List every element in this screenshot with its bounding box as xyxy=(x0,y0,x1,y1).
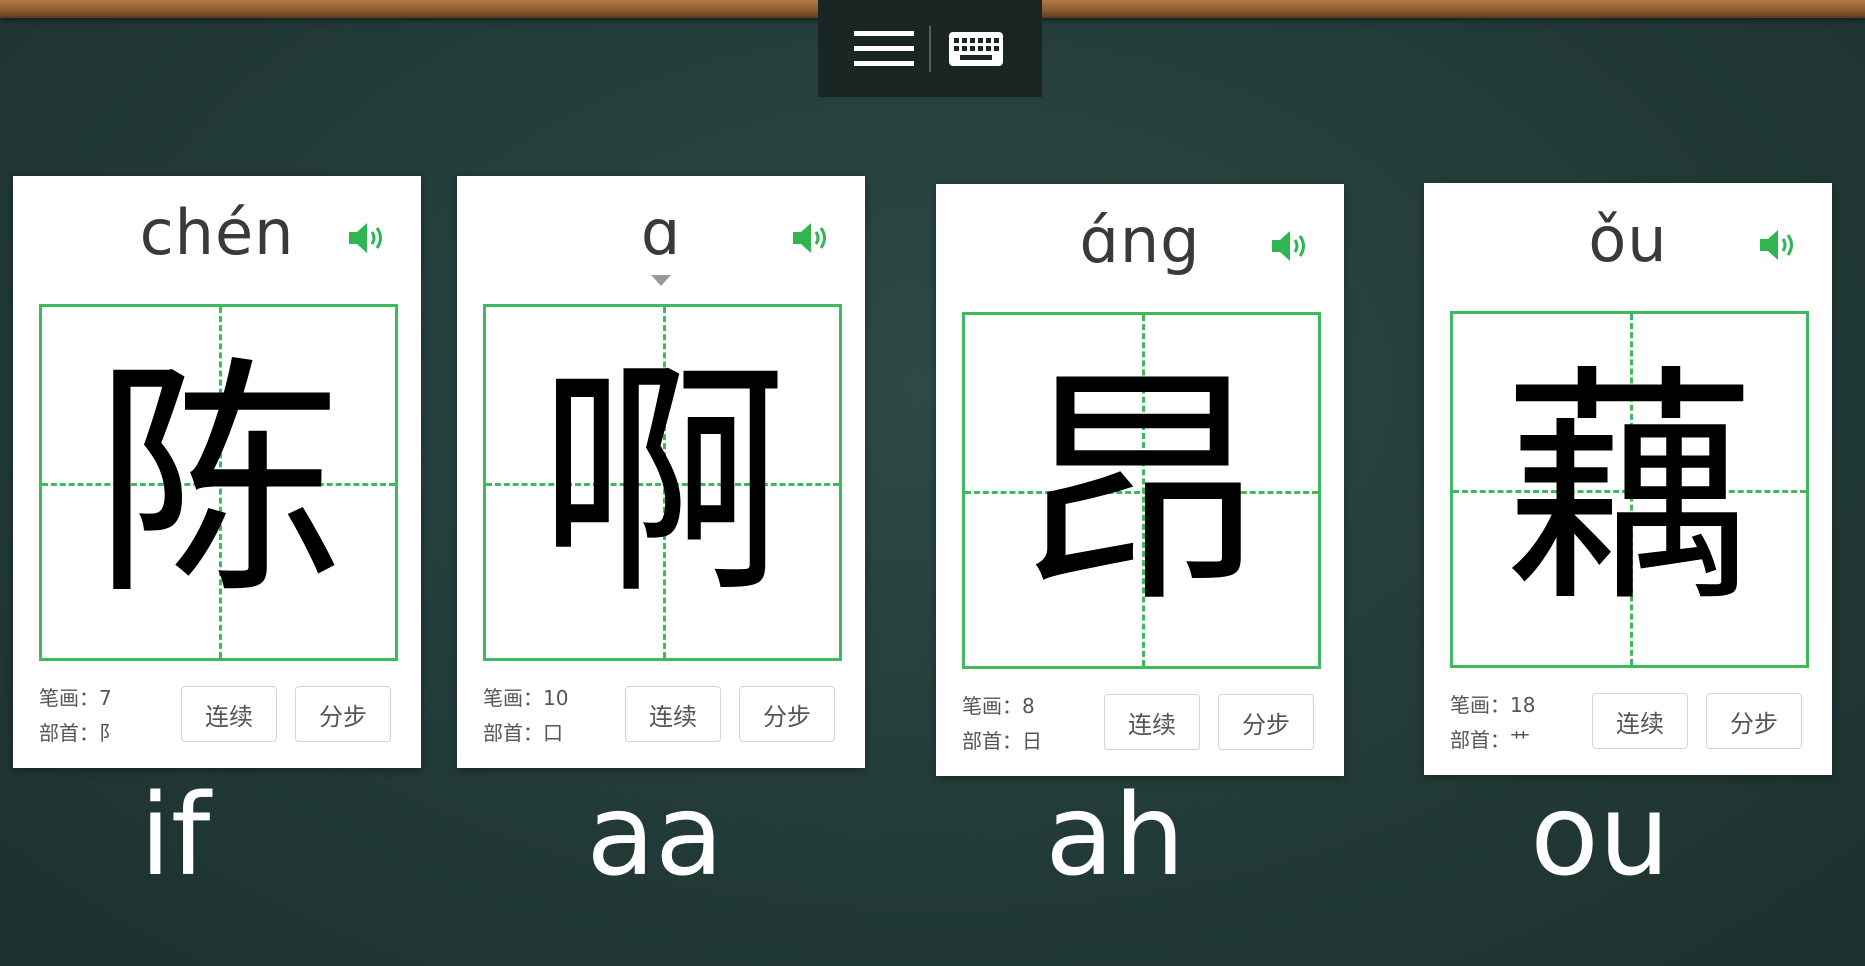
continuous-button[interactable]: 连续 xyxy=(625,686,721,742)
char-info: 笔画：10 部首：口 xyxy=(483,681,568,751)
tianzige-grid: 啊 xyxy=(483,304,842,661)
continuous-button[interactable]: 连续 xyxy=(1104,694,1200,750)
character-card-2: ɑ 啊 笔画：10 部首：口 连续 分步 xyxy=(457,176,865,768)
play-sound-button[interactable] xyxy=(347,221,387,259)
stroke-count: 笔画：7 xyxy=(39,686,112,710)
hanzi-character: 昂 xyxy=(1016,344,1267,636)
keyboard-icon xyxy=(949,31,1003,66)
tianzige-grid: 陈 xyxy=(39,304,398,661)
menu-button[interactable] xyxy=(839,19,929,79)
character-card-1: chén 陈 笔画：7 部首：阝 连续 分步 xyxy=(13,176,421,768)
step-button[interactable]: 分步 xyxy=(295,686,391,742)
char-info: 笔画：7 部首：阝 xyxy=(39,681,119,751)
radical: 部首：艹 xyxy=(1450,728,1530,752)
hanzi-character: 啊 xyxy=(537,336,788,628)
step-button[interactable]: 分步 xyxy=(739,686,835,742)
caption-1: if xyxy=(139,771,211,901)
tianzige-grid: 藕 xyxy=(1450,311,1809,668)
continuous-button[interactable]: 连续 xyxy=(1592,693,1688,749)
speaker-icon xyxy=(793,223,826,253)
radical: 部首：阝 xyxy=(39,721,119,745)
play-sound-button[interactable] xyxy=(791,221,831,259)
caption-2: aa xyxy=(586,771,724,901)
radical: 部首：日 xyxy=(962,729,1042,753)
hanzi-character: 陈 xyxy=(93,336,344,628)
speaker-icon xyxy=(1760,230,1793,260)
play-sound-button[interactable] xyxy=(1758,228,1798,266)
stroke-count: 笔画：8 xyxy=(962,694,1035,718)
keyboard-button[interactable] xyxy=(931,19,1021,79)
speaker-icon xyxy=(1272,231,1305,261)
char-info: 笔画：8 部首：日 xyxy=(962,689,1042,759)
step-button[interactable]: 分步 xyxy=(1706,693,1802,749)
continuous-button[interactable]: 连续 xyxy=(181,686,277,742)
radical: 部首：口 xyxy=(483,721,563,745)
hamburger-menu-icon xyxy=(854,30,914,66)
speaker-icon xyxy=(349,223,382,253)
caption-3: ah xyxy=(1045,771,1185,901)
character-card-3: ɑ́ng 昂 笔画：8 部首：日 连续 分步 xyxy=(936,184,1344,776)
top-toolbar xyxy=(818,0,1042,97)
stroke-count: 笔画：10 xyxy=(483,686,569,710)
pinyin-dropdown-marker[interactable] xyxy=(651,275,671,286)
tianzige-grid: 昂 xyxy=(962,312,1321,669)
caption-4: ou xyxy=(1530,771,1670,901)
stroke-count: 笔画：18 xyxy=(1450,693,1536,717)
play-sound-button[interactable] xyxy=(1270,229,1310,267)
step-button[interactable]: 分步 xyxy=(1218,694,1314,750)
hanzi-character: 藕 xyxy=(1504,343,1755,635)
character-card-4: ǒu 藕 笔画：18 部首：艹 连续 分步 xyxy=(1424,183,1832,775)
char-info: 笔画：18 部首：艹 xyxy=(1450,688,1535,758)
